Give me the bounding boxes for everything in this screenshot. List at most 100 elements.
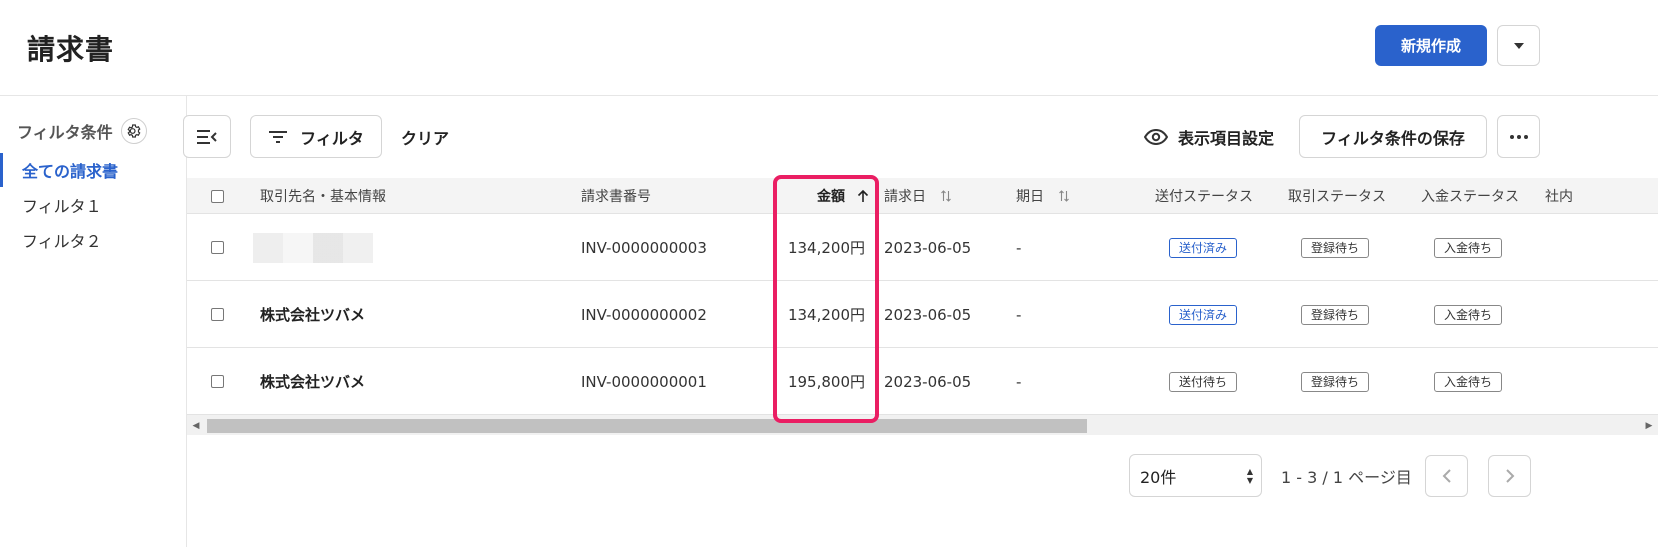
horizontal-scrollbar[interactable]: ◀ ▶ <box>187 414 1658 435</box>
payment-status-cell: 入金待ち <box>1434 281 1503 348</box>
select-arrows-icon: ▲ ▼ <box>1246 467 1253 485</box>
more-options-button[interactable] <box>1497 115 1540 158</box>
eye-icon <box>1144 128 1168 145</box>
send-status-cell: 送付待ち <box>1169 348 1238 415</box>
column-header-send-status[interactable]: 送付ステータス <box>1155 178 1253 214</box>
column-header-internal[interactable]: 社内 <box>1545 178 1573 214</box>
filter-button-label: フィルタ <box>300 128 364 148</box>
table-toolbar: フィルタ クリア 表示項目設定 フィルタ条件の保存 <box>183 96 1658 178</box>
column-header-due-date[interactable]: 期日 <box>1016 178 1070 214</box>
status-badge: 登録待ち <box>1301 371 1370 392</box>
deal-status-cell: 登録待ち <box>1301 281 1370 348</box>
row-checkbox[interactable] <box>211 241 224 254</box>
scroll-left-arrow-icon[interactable]: ◀ <box>187 415 205 436</box>
table-row[interactable]: 株式会社ツバメ INV-0000000002 134,200円 2023-06-… <box>187 281 1658 348</box>
amount-cell: 134,200円 <box>787 306 865 324</box>
chevron-right-icon <box>1505 469 1514 483</box>
due-date-cell: - <box>1016 372 1022 391</box>
status-badge: 登録待ち <box>1301 304 1370 325</box>
invoice-date-cell: 2023-06-05 <box>884 372 972 391</box>
client-cell <box>253 214 373 281</box>
column-header-payment-status[interactable]: 入金ステータス <box>1421 178 1519 214</box>
save-filter-button[interactable]: フィルタ条件の保存 <box>1299 115 1487 158</box>
filter-button[interactable]: フィルタ <box>250 115 382 158</box>
invoice-date-cell: 2023-06-05 <box>884 238 972 257</box>
sidebar-item-all-invoices[interactable]: 全ての請求書 <box>0 153 186 187</box>
invoice-no-cell: INV-0000000002 <box>581 305 707 324</box>
column-header-deal-status[interactable]: 取引ステータス <box>1288 178 1386 214</box>
due-date-header-label: 期日 <box>1016 189 1044 205</box>
scrollbar-thumb[interactable] <box>207 419 1087 433</box>
invoice-date-cell: 2023-06-05 <box>884 305 972 324</box>
amount-cell: 134,200円 <box>787 239 865 257</box>
column-header-client[interactable]: 取引先名・基本情報 <box>260 178 386 214</box>
table-row[interactable]: INV-0000000003 134,200円 2023-06-05 - 送付済… <box>187 214 1658 281</box>
due-date-cell: - <box>1016 305 1022 324</box>
per-page-value: 20件 <box>1140 467 1177 487</box>
display-settings-label: 表示項目設定 <box>1178 128 1275 148</box>
filter-icon <box>269 130 288 143</box>
deal-status-cell: 登録待ち <box>1301 348 1370 415</box>
new-invoice-button[interactable]: 新規作成 <box>1375 25 1487 66</box>
due-date-cell: - <box>1016 238 1022 257</box>
select-all-checkbox-cell <box>211 178 224 214</box>
column-header-amount[interactable]: 金額 <box>817 178 869 214</box>
status-badge: 送付済み <box>1169 304 1238 325</box>
column-header-invoice-date[interactable]: 請求日 <box>884 178 952 214</box>
more-dots-icon <box>1509 134 1528 139</box>
per-page-select[interactable]: 20件 ▲ ▼ <box>1129 454 1262 497</box>
send-status-cell: 送付済み <box>1169 281 1238 348</box>
table-row[interactable]: 株式会社ツバメ INV-0000000001 195,800円 2023-06-… <box>187 348 1658 415</box>
row-checkbox-cell <box>211 348 224 415</box>
status-badge: 送付済み <box>1169 237 1238 258</box>
send-status-cell: 送付済み <box>1169 214 1238 281</box>
invoice-table: 取引先名・基本情報 請求書番号 金額 請求日 期日 送付ステータス 取引ステータ… <box>187 178 1658 435</box>
page-title: 請求書 <box>27 33 115 66</box>
chevron-left-icon <box>1442 469 1451 483</box>
sidebar-item-filter-2[interactable]: フィルタ２ <box>0 223 186 257</box>
deal-status-cell: 登録待ち <box>1301 214 1370 281</box>
sidebar-item-filter-1[interactable]: フィルタ１ <box>0 188 186 222</box>
client-cell: 株式会社ツバメ <box>260 306 366 324</box>
clear-button[interactable]: クリア <box>401 115 449 158</box>
prev-page-button[interactable] <box>1425 455 1468 497</box>
status-badge: 登録待ち <box>1301 237 1370 258</box>
filter-sidebar: フィルタ条件 全ての請求書 フィルタ１ フィルタ２ <box>0 96 187 547</box>
row-checkbox[interactable] <box>211 308 224 321</box>
row-checkbox-cell <box>211 214 224 281</box>
invoice-no-cell: INV-0000000003 <box>581 238 707 257</box>
payment-status-cell: 入金待ち <box>1434 214 1503 281</box>
invoice-date-header-label: 請求日 <box>884 189 926 205</box>
collapse-sidebar-button[interactable] <box>183 115 231 158</box>
sort-icon <box>1059 190 1069 202</box>
select-all-checkbox[interactable] <box>211 189 224 203</box>
filter-settings-button[interactable] <box>120 118 147 144</box>
pagination-info: 1 - 3 / 1 ページ目 <box>1281 467 1412 487</box>
next-page-button[interactable] <box>1488 455 1531 497</box>
status-badge: 入金待ち <box>1434 237 1503 258</box>
display-settings-button[interactable]: 表示項目設定 <box>1144 115 1274 158</box>
table-header-row: 取引先名・基本情報 請求書番号 金額 請求日 期日 送付ステータス 取引ステータ… <box>187 178 1658 214</box>
status-badge: 送付待ち <box>1169 371 1238 392</box>
client-cell: 株式会社ツバメ <box>260 373 366 391</box>
sidebar-header: フィルタ条件 <box>17 118 147 144</box>
amount-cell: 195,800円 <box>787 373 865 391</box>
scroll-right-arrow-icon[interactable]: ▶ <box>1640 415 1658 436</box>
status-badge: 入金待ち <box>1434 304 1503 325</box>
row-checkbox[interactable] <box>211 375 224 388</box>
sidebar-heading: フィルタ条件 <box>17 123 113 142</box>
payment-status-cell: 入金待ち <box>1434 348 1503 415</box>
sort-ascending-icon <box>857 189 869 202</box>
row-checkbox-cell <box>211 281 224 348</box>
amount-header-label: 金額 <box>817 189 845 205</box>
collapse-menu-icon <box>197 129 217 144</box>
column-header-invoice-no[interactable]: 請求書番号 <box>581 178 651 214</box>
page-header: 請求書 新規作成 <box>0 0 1658 96</box>
sort-icon <box>941 190 951 202</box>
blurred-client-name <box>253 232 373 263</box>
new-options-dropdown-button[interactable] <box>1497 25 1540 66</box>
caret-down-icon <box>1513 42 1524 49</box>
gear-icon <box>127 124 141 138</box>
invoice-no-cell: INV-0000000001 <box>581 372 707 391</box>
status-badge: 入金待ち <box>1434 371 1503 392</box>
